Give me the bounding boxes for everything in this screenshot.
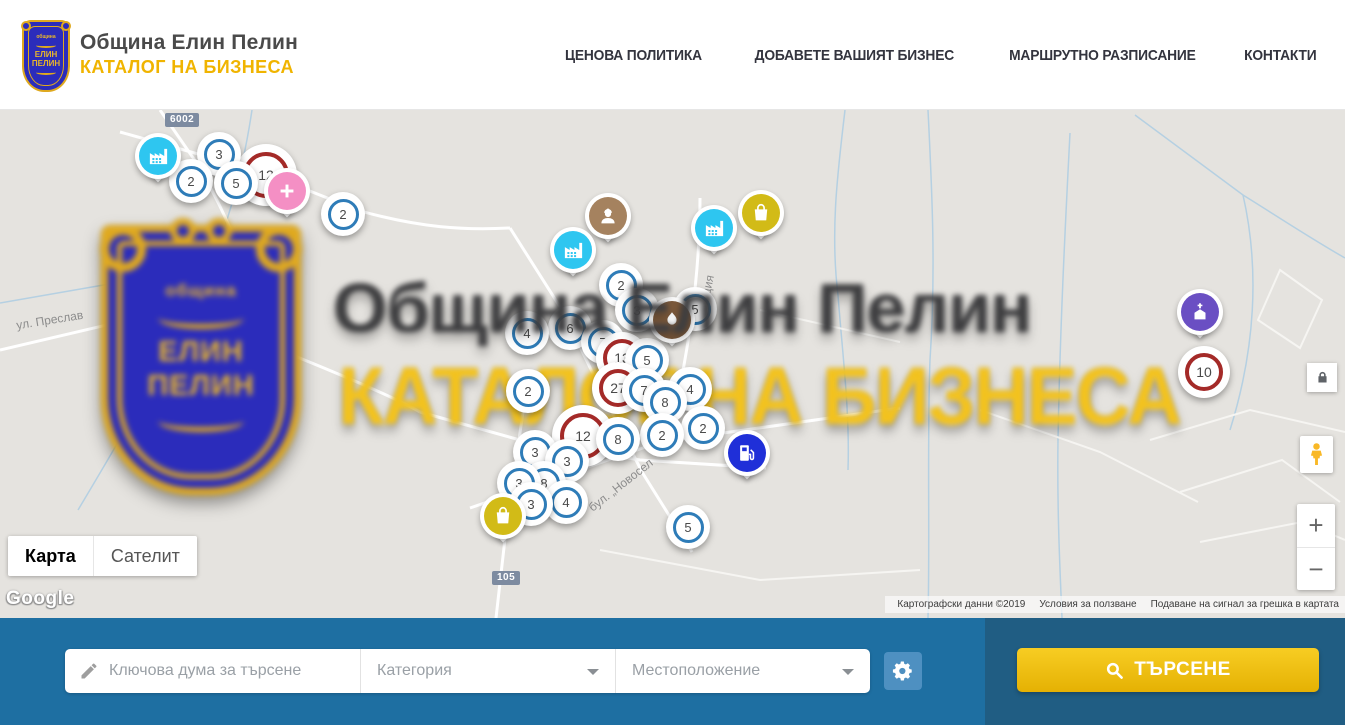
google-logo[interactable]: Google <box>6 588 74 610</box>
nav-route-schedule[interactable]: МАРШРУТНО РАЗПИСАНИЕ <box>1009 47 1196 64</box>
report-map-error-link[interactable]: Подаване на сигнал за грешка в картата <box>1151 599 1339 610</box>
map-pin-health[interactable] <box>264 168 310 214</box>
map-cluster[interactable]: 5 <box>666 505 710 549</box>
header: община ЕЛИН ПЕЛИН Община Елин Пелин КАТА… <box>0 0 1345 110</box>
chevron-down-icon <box>587 669 599 675</box>
gear-icon <box>892 660 914 682</box>
municipality-crest-logo: община ЕЛИН ПЕЛИН <box>22 16 70 92</box>
map-pin-industry[interactable] <box>691 205 737 251</box>
search-button-wrap: ТЪРСЕНЕ <box>985 618 1345 725</box>
zoom-control: + − <box>1297 504 1335 590</box>
nav-add-your-business[interactable]: ДОБАВЕТЕ ВАШИЯТ БИЗНЕС <box>755 47 954 64</box>
search-fields: Категория Местоположение <box>65 649 870 693</box>
map-pin-industry[interactable] <box>135 133 181 179</box>
advanced-search-button[interactable] <box>884 652 922 690</box>
plus-icon <box>268 172 306 210</box>
street-view-pegman[interactable] <box>1300 436 1333 473</box>
fuel-icon <box>728 434 766 472</box>
factory-icon <box>695 209 733 247</box>
map-cluster[interactable]: 2 <box>506 369 550 413</box>
road-number-badge: 6002 <box>165 113 199 127</box>
factory-icon <box>139 137 177 175</box>
map-type-satellite-button[interactable]: Сателит <box>93 536 197 576</box>
category-select[interactable]: Категория <box>360 649 615 693</box>
map-cluster[interactable]: 2 <box>681 406 725 450</box>
map-type-map-button[interactable]: Карта <box>8 536 93 576</box>
bag-icon <box>484 497 522 535</box>
map-cluster[interactable]: 10 <box>1178 346 1230 398</box>
pencil-icon <box>79 661 99 681</box>
map-pin-shopping[interactable] <box>738 190 784 236</box>
pegman-icon <box>1305 441 1328 468</box>
keyword-search-input[interactable] <box>109 662 360 680</box>
map-pin-church[interactable] <box>1177 289 1223 335</box>
nav-contacts[interactable]: КОНТАКТИ <box>1245 47 1317 64</box>
watermark-municipality-text: Община Елин Пелин <box>333 268 1031 348</box>
search-button[interactable]: ТЪРСЕНЕ <box>1017 648 1319 692</box>
map-cluster[interactable]: 5 <box>214 161 258 205</box>
map-cluster[interactable]: 2 <box>640 413 684 457</box>
map-cluster[interactable]: 2 <box>321 192 365 236</box>
google-map[interactable]: КАТАЛОГ НА БИЗНЕСА ул. Преславбул. „Ново… <box>0 110 1345 618</box>
main-nav: ЦЕНОВА ПОЛИТИКА ДОБАВЕТЕ ВАШИЯТ БИЗНЕС М… <box>559 0 1320 110</box>
map-cluster[interactable]: 8 <box>596 417 640 461</box>
search-icon <box>1105 661 1124 680</box>
keyword-field[interactable] <box>65 649 360 693</box>
bag-icon <box>742 194 780 232</box>
site-title: Община Елин Пелин <box>80 31 298 55</box>
map-pin-shopping[interactable] <box>480 493 526 539</box>
location-select[interactable]: Местоположение <box>615 649 870 693</box>
map-data-copyright: Картографски данни ©2019 <box>897 599 1025 610</box>
map-type-control: Карта Сателит <box>8 536 197 576</box>
lock-icon <box>1315 370 1330 385</box>
terms-of-use-link[interactable]: Условия за ползване <box>1039 599 1136 610</box>
map-attribution: Картографски данни ©2019 Условия за полз… <box>885 596 1345 613</box>
site-subtitle: КАТАЛОГ НА БИЗНЕСА <box>80 57 298 78</box>
map-pin-industry[interactable] <box>550 227 596 273</box>
road-number-badge: 105 <box>492 571 520 585</box>
factory-icon <box>554 231 592 269</box>
church-icon <box>1181 293 1219 331</box>
zoom-out-button[interactable]: − <box>1297 548 1335 591</box>
nav-pricing-policy[interactable]: ЦЕНОВА ПОЛИТИКА <box>565 47 702 64</box>
lock-control[interactable] <box>1307 363 1337 392</box>
search-panel: Категория Местоположение ТЪРСЕНЕ <box>0 618 1345 725</box>
zoom-in-button[interactable]: + <box>1297 504 1335 548</box>
brand[interactable]: община ЕЛИН ПЕЛИН Община Елин Пелин КАТА… <box>22 16 298 92</box>
watermark-crest: община ЕЛИН ПЕЛИН <box>92 215 310 499</box>
chevron-down-icon <box>842 669 854 675</box>
map-pin-fuel[interactable] <box>724 430 770 476</box>
